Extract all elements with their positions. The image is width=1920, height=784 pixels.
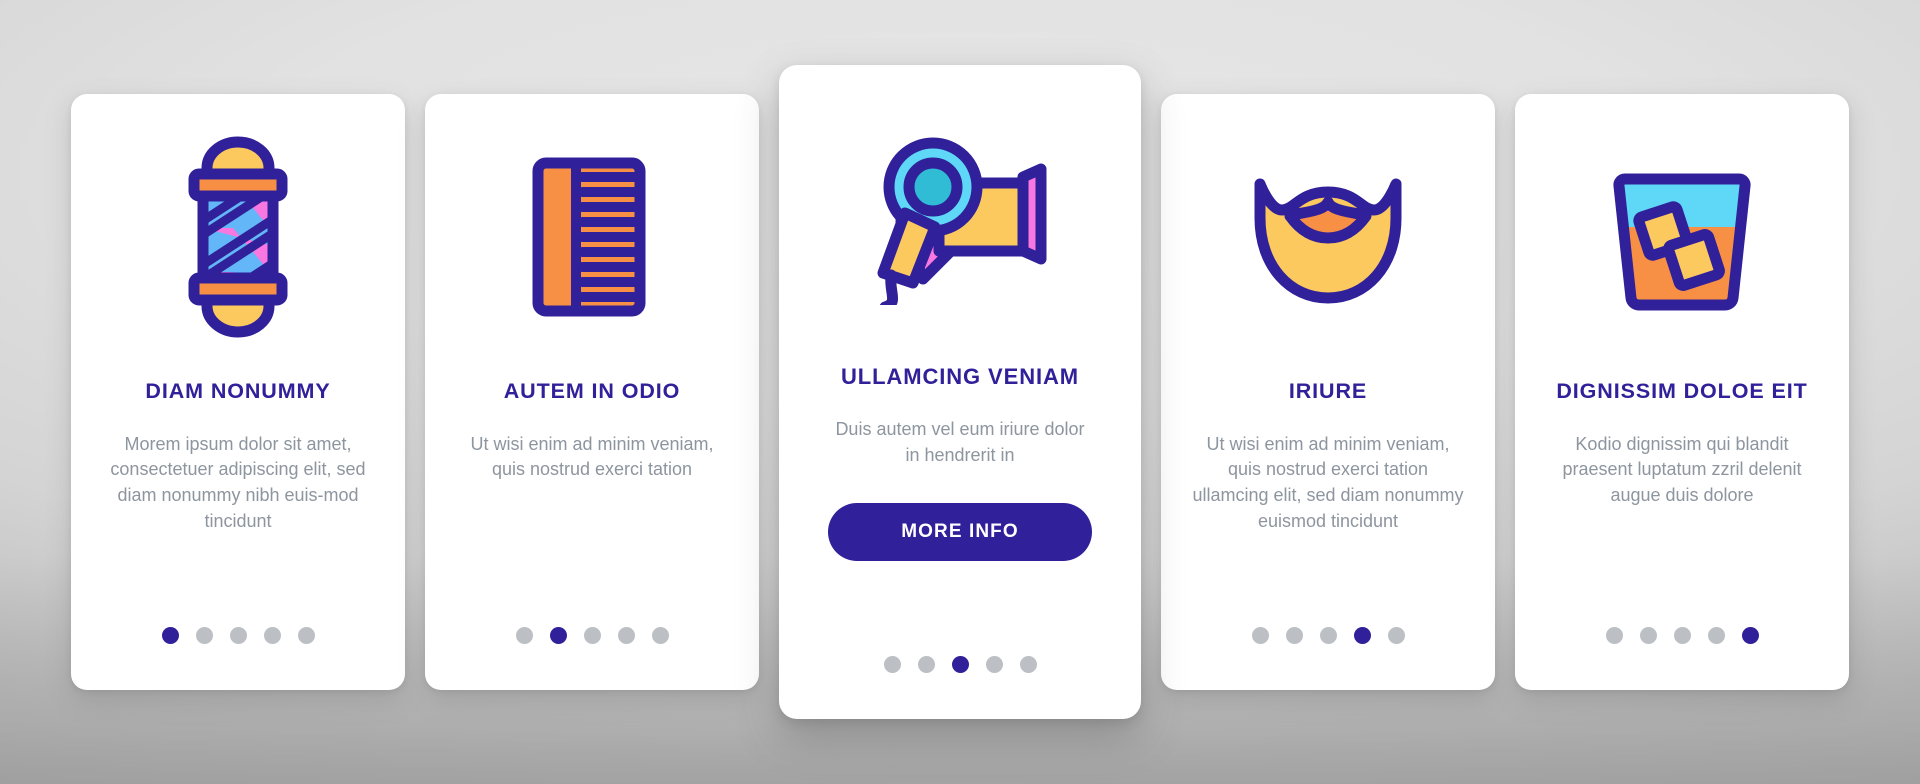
hair-comb-icon [451,94,733,380]
onboarding-card-4[interactable]: IRIURE Ut wisi enim ad minim veniam, qui… [1161,94,1495,690]
more-info-button[interactable]: MORE INFO [828,502,1092,561]
pagination-dot-4[interactable] [985,656,1003,673]
onboarding-card-5[interactable]: DIGNISSIM DOLOE EIT Kodio dignissim qui … [1515,94,1849,690]
card-description: Duis autem vel eum iriure dolor in hendr… [835,419,1085,465]
card-title: DIGNISSIM DOLOE EIT [1556,379,1808,403]
pagination-dot-4[interactable] [617,627,635,644]
pagination-dots [425,627,759,644]
onboarding-card-2[interactable]: AUTEM IN ODIO Ut wisi enim ad minim veni… [425,94,759,690]
whiskey-glass-icon [1541,94,1823,380]
barber-pole-icon [97,94,379,380]
pagination-dot-2[interactable] [549,627,567,644]
pagination-dot-1[interactable] [1605,627,1623,644]
hair-dryer-icon [805,65,1115,365]
card-deck: DIAM NONUMMY Morem ipsum dolor sit amet,… [0,0,1920,784]
pagination-dot-2[interactable] [195,627,213,644]
card-title: IRIURE [1288,379,1368,403]
beard-icon [1187,94,1469,380]
pagination-dot-4[interactable] [263,627,281,644]
onboarding-card-3-featured[interactable]: ULLAMCING VENIAM Duis autem vel eum iriu… [779,65,1141,719]
card-title: AUTEM IN ODIO [503,379,681,403]
pagination-dots [1515,627,1849,644]
pagination-dots [1161,627,1495,644]
pagination-dot-3[interactable] [229,627,247,644]
card-description: Kodio dignissim qui blandit praesent lup… [1562,433,1802,506]
pagination-dot-3[interactable] [1673,627,1691,644]
onboarding-card-1[interactable]: DIAM NONUMMY Morem ipsum dolor sit amet,… [71,94,405,690]
pagination-dot-3[interactable] [951,656,969,673]
pagination-dot-4[interactable] [1707,627,1725,644]
pagination-dot-5[interactable] [297,627,315,644]
pagination-dot-3[interactable] [583,627,601,644]
pagination-dot-5[interactable] [1387,627,1405,644]
pagination-dot-5[interactable] [1019,656,1037,673]
pagination-dot-2[interactable] [917,656,935,673]
pagination-dot-2[interactable] [1639,627,1657,644]
pagination-dot-1[interactable] [883,656,901,673]
card-title: DIAM NONUMMY [145,379,331,403]
pagination-dot-4[interactable] [1353,627,1371,644]
pagination-dot-3[interactable] [1319,627,1337,644]
pagination-dot-2[interactable] [1285,627,1303,644]
card-description: Ut wisi enim ad minim veniam, quis nostr… [470,433,714,480]
pagination-dot-5[interactable] [1741,627,1759,644]
card-description: Ut wisi enim ad minim veniam, quis nostr… [1192,433,1464,531]
card-description: Morem ipsum dolor sit amet, consectetuer… [110,433,366,531]
pagination-dots [779,656,1141,673]
pagination-dot-5[interactable] [651,627,669,644]
onboarding-screens-background: DIAM NONUMMY Morem ipsum dolor sit amet,… [0,0,1920,784]
pagination-dot-1[interactable] [515,627,533,644]
pagination-dots [71,627,405,644]
pagination-dot-1[interactable] [1251,627,1269,644]
pagination-dot-1[interactable] [161,627,179,644]
card-title: ULLAMCING VENIAM [840,364,1080,389]
